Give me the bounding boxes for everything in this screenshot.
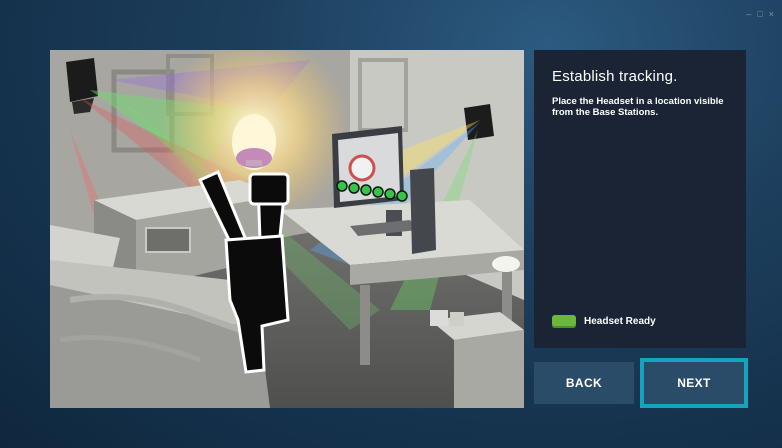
status-indicator-icon [552, 315, 576, 328]
window-controls: – □ × [746, 10, 774, 19]
back-button[interactable]: BACK [534, 362, 634, 404]
minimize-icon[interactable]: – [746, 10, 751, 19]
headset-status: Headset Ready [552, 315, 656, 328]
panel-title: Establish tracking. [552, 68, 678, 85]
maximize-icon[interactable]: □ [757, 10, 762, 19]
room-tracking-illustration [50, 50, 524, 408]
status-label: Headset Ready [584, 316, 656, 327]
close-icon[interactable]: × [769, 10, 774, 19]
next-button[interactable]: NEXT [640, 358, 748, 408]
panel-description: Place the Headset in a location visible … [552, 96, 724, 118]
instruction-panel: Establish tracking. Place the Headset in… [534, 50, 746, 348]
